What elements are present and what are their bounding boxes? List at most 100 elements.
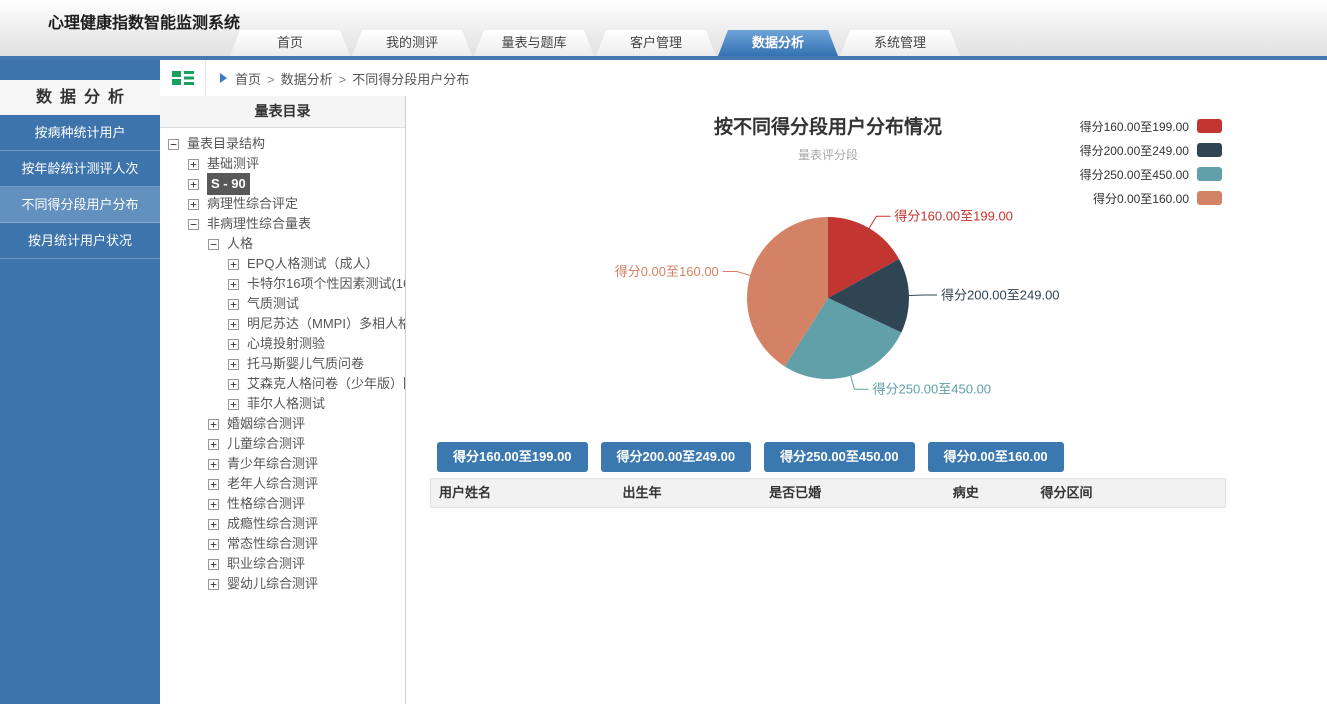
tree-node-1[interactable]: +基础测评	[160, 154, 405, 174]
tree-node-12[interactable]: +艾森克人格问卷（少年版）陈仲	[160, 374, 405, 394]
tree-node-20[interactable]: + 常态性综合测评	[160, 534, 405, 554]
sidebar-item-1[interactable]: 按年龄统计测评人次	[0, 151, 160, 187]
tree-node-15[interactable]: +儿童综合测评	[160, 434, 405, 454]
pie-label-3: 得分0.00至160.00	[615, 264, 719, 279]
pie-label-line-1	[909, 295, 937, 296]
expand-icon[interactable]: +	[228, 299, 239, 310]
tree-node-17[interactable]: +老年人综合测评	[160, 474, 405, 494]
app-window: 心理健康指数智能监测系统 首页我的测评量表与题库客户管理数据分析系统管理 数据分…	[0, 0, 1327, 704]
breadcrumb-separator: >	[339, 72, 347, 87]
tree-node-11[interactable]: +托马斯婴儿气质问卷	[160, 354, 405, 374]
tree-node-label: 气质测试	[247, 294, 299, 314]
breadcrumb-item-0[interactable]: 首页	[235, 72, 261, 87]
tree-node-18[interactable]: +性格综合测评	[160, 494, 405, 514]
sidebar-title: 数据分析	[0, 80, 160, 115]
expand-icon[interactable]: +	[208, 519, 219, 530]
pie-label-line-0	[869, 216, 890, 228]
expand-icon[interactable]: +	[228, 319, 239, 330]
table-column-3: 病史	[945, 479, 1033, 507]
tree-node-8[interactable]: + 气质测试	[160, 294, 405, 314]
expand-icon[interactable]: +	[208, 559, 219, 570]
collapse-icon[interactable]: −	[208, 239, 219, 250]
tree-node-label: 常态性综合测评	[227, 534, 318, 554]
pie-label-2: 得分250.00至450.00	[873, 382, 992, 397]
nav-tab-3[interactable]: 客户管理	[596, 30, 716, 56]
pie-label-0: 得分160.00至199.00	[894, 209, 1013, 224]
tree-node-13[interactable]: +菲尔人格测试	[160, 394, 405, 414]
tree-node-label: 职业综合测评	[227, 554, 305, 574]
tree-node-9[interactable]: + 明尼苏达（MMPI）多相人格测	[160, 314, 405, 334]
tree-node-4[interactable]: −非病理性综合量表	[160, 214, 405, 234]
sidebar-item-3[interactable]: 按月统计用户状况	[0, 223, 160, 259]
tree-node-label: 青少年综合测评	[227, 454, 318, 474]
nav-tab-2[interactable]: 量表与题库	[474, 30, 594, 56]
expand-icon[interactable]: +	[228, 279, 239, 290]
expand-icon[interactable]: +	[208, 459, 219, 470]
breadcrumb: 首页 > 数据分析 > 不同得分段用户分布	[235, 69, 469, 88]
tree-node-22[interactable]: + 婴幼儿综合测评	[160, 574, 405, 594]
nav-tab-5[interactable]: 系统管理	[840, 30, 960, 56]
expand-icon[interactable]: +	[208, 499, 219, 510]
score-segment-buttons: 得分160.00至199.00 得分200.00至249.00 得分250.00至4…	[437, 442, 1077, 472]
breadcrumb-bar: 首页 > 数据分析 > 不同得分段用户分布	[160, 60, 1327, 97]
breadcrumb-item-1[interactable]: 数据分析	[281, 72, 333, 87]
scale-catalog-panel: 量表目录 −量表目录结构+基础测评+S - 90+病理性综合评定−非病理性综合量…	[160, 96, 406, 704]
chart-content: 按不同得分段用户分布情况 量表评分段 得分160.00至199.00得分200.…	[406, 96, 1327, 704]
top-header: 心理健康指数智能监测系统 首页我的测评量表与题库客户管理数据分析系统管理	[0, 0, 1327, 56]
tree-panel-title: 量表目录	[160, 96, 405, 128]
breadcrumb-arrow-icon	[220, 73, 227, 83]
sidebar-menu: 按病种统计用户按年龄统计测评人次不同得分段用户分布按月统计用户状况	[0, 115, 160, 259]
expand-icon[interactable]: +	[228, 399, 239, 410]
detail-list-icon	[172, 70, 194, 86]
tree-node-10[interactable]: +心境投射测验	[160, 334, 405, 354]
list-view-icon-box[interactable]	[160, 60, 206, 96]
tree-node-label: 明尼苏达（MMPI）多相人格测	[247, 314, 406, 334]
expand-icon[interactable]: +	[228, 339, 239, 350]
sidebar: 数据分析 按病种统计用户按年龄统计测评人次不同得分段用户分布按月统计用户状况	[0, 60, 160, 704]
nav-tab-0[interactable]: 首页	[230, 30, 350, 56]
breadcrumb-item-2[interactable]: 不同得分段用户分布	[352, 72, 469, 87]
tree-node-label: EPQ人格测试（成人）	[247, 254, 378, 274]
tree-node-19[interactable]: +成瘾性综合测评	[160, 514, 405, 534]
expand-icon[interactable]: +	[228, 259, 239, 270]
tree-node-6[interactable]: + EPQ人格测试（成人）	[160, 254, 405, 274]
score-segment-button-0[interactable]: 得分160.00至199.00	[437, 442, 588, 472]
tree-node-2[interactable]: + S - 90	[160, 174, 405, 194]
table-column-4: 得分区间	[1032, 479, 1225, 507]
pie-chart: 得分160.00至199.00得分200.00至249.00得分250.00至4…	[406, 96, 1327, 441]
expand-icon[interactable]: +	[208, 419, 219, 430]
score-segment-button-3[interactable]: 得分0.00至160.00	[928, 442, 1064, 472]
breadcrumb-separator: >	[267, 72, 275, 87]
nav-tab-1[interactable]: 我的测评	[352, 30, 472, 56]
tree-node-label: 病理性综合评定	[207, 194, 298, 214]
collapse-icon[interactable]: −	[188, 219, 199, 230]
expand-icon[interactable]: +	[188, 179, 199, 190]
expand-icon[interactable]: +	[208, 479, 219, 490]
nav-tab-4[interactable]: 数据分析	[718, 30, 838, 56]
tree-node-14[interactable]: +婚姻综合测评	[160, 414, 405, 434]
tree-node-21[interactable]: + 职业综合测评	[160, 554, 405, 574]
expand-icon[interactable]: +	[208, 579, 219, 590]
tree-node-label: S - 90	[207, 173, 250, 195]
tree-node-label: 婴幼儿综合测评	[227, 574, 318, 594]
sidebar-item-0[interactable]: 按病种统计用户	[0, 115, 160, 151]
scale-tree: −量表目录结构+基础测评+S - 90+病理性综合评定−非病理性综合量表−人格+…	[160, 128, 405, 594]
score-segment-button-2[interactable]: 得分250.00至450.00	[764, 442, 915, 472]
expand-icon[interactable]: +	[188, 199, 199, 210]
expand-icon[interactable]: +	[208, 439, 219, 450]
tree-node-3[interactable]: + 病理性综合评定	[160, 194, 405, 214]
tree-node-16[interactable]: + 青少年综合测评	[160, 454, 405, 474]
expand-icon[interactable]: +	[228, 359, 239, 370]
expand-icon[interactable]: +	[188, 159, 199, 170]
sidebar-item-2[interactable]: 不同得分段用户分布	[0, 187, 160, 223]
tree-node-0[interactable]: −量表目录结构	[160, 134, 405, 154]
tree-node-label: 人格	[227, 234, 253, 254]
score-segment-button-1[interactable]: 得分200.00至249.00	[601, 442, 752, 472]
tree-node-7[interactable]: +卡特尔16项个性因素测试(16PF	[160, 274, 405, 294]
table-column-0: 用户姓名	[431, 479, 615, 507]
collapse-icon[interactable]: −	[168, 139, 179, 150]
expand-icon[interactable]: +	[228, 379, 239, 390]
tree-node-label: 量表目录结构	[187, 134, 265, 154]
tree-node-5[interactable]: −人格	[160, 234, 405, 254]
expand-icon[interactable]: +	[208, 539, 219, 550]
